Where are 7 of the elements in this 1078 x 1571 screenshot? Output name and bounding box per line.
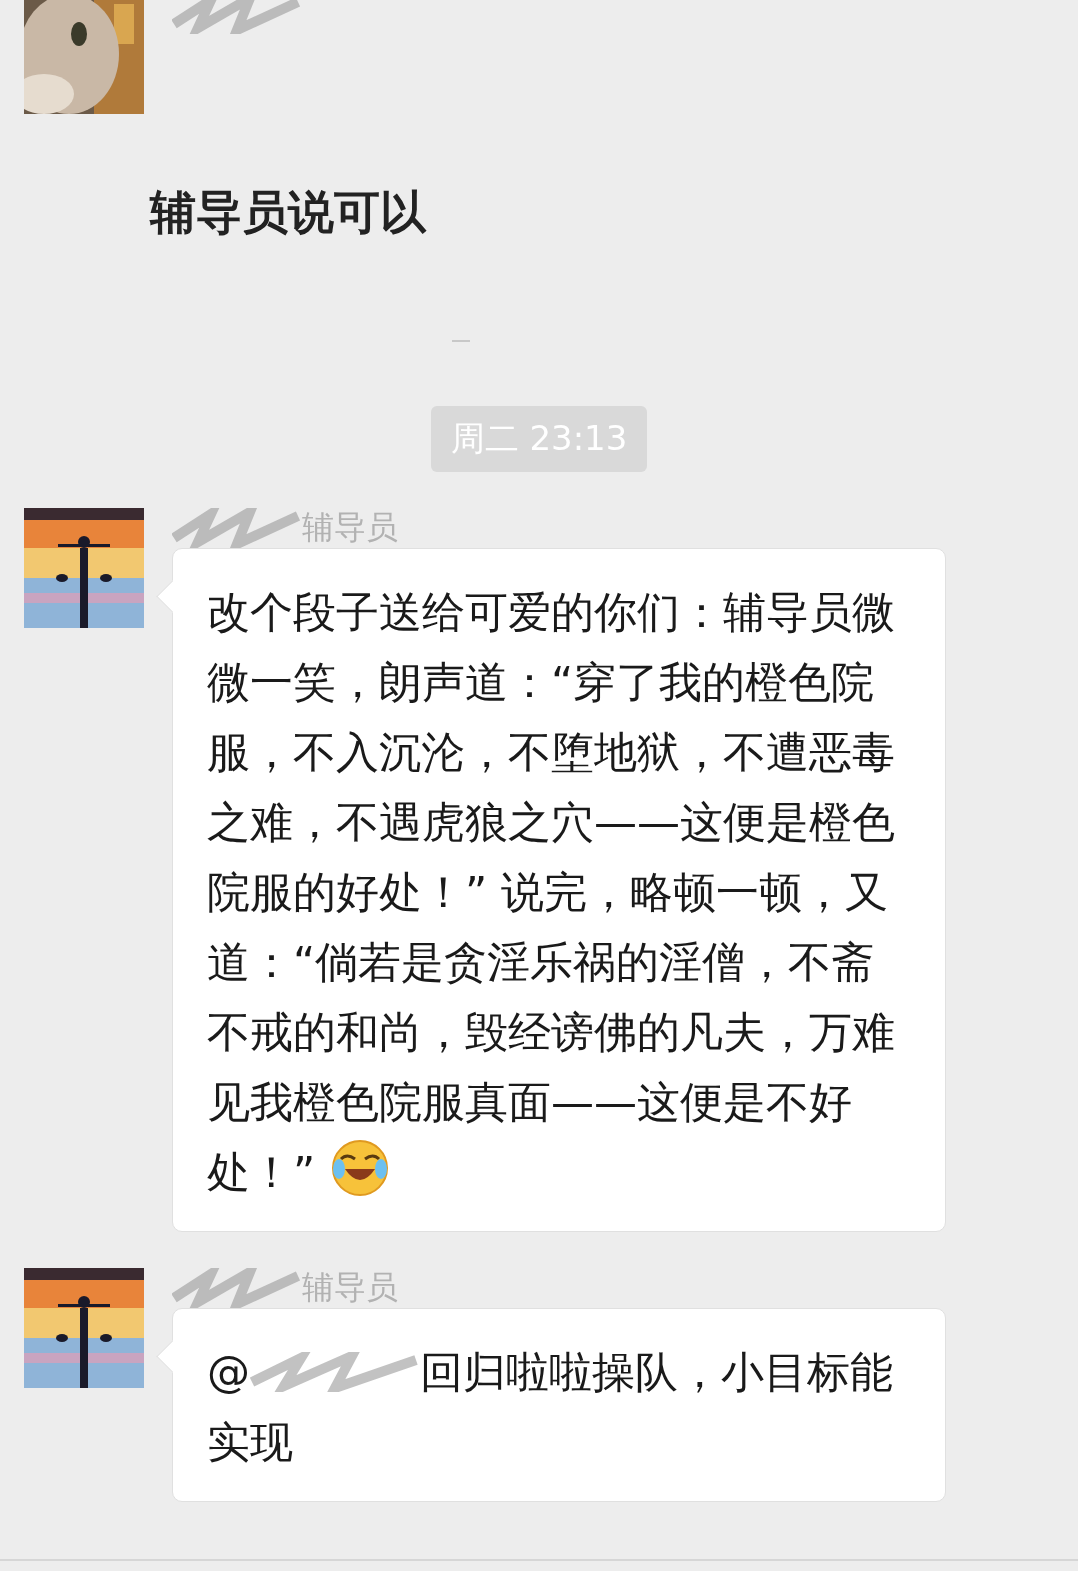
message-text: 改个段子送给可爱的你们：辅导员微微一笑，朗声道：“穿了我的橙色院服，不入沉沦，不堕地狱，不遭恶毒之难，不遇虎狼之穴——这便是橙色院服的好处！” 说完，略顿一顿，又道：“倘若是贪淫乐祸的淫僧，不斋不戒的和尚，毁经谤佛的凡夫，万难见我橙色院服真面——这便是不好处！” (207, 586, 896, 1199)
sender-name: 辅导员 (302, 507, 398, 548)
message-text: 实现 (207, 1416, 293, 1469)
mention-at: @ (207, 1346, 250, 1399)
message-text: 辅导员说可以 (150, 184, 428, 241)
sender-name: 辅导员 (302, 1267, 398, 1308)
message-text: 回归啦啦操队，小目标能 (420, 1346, 893, 1399)
